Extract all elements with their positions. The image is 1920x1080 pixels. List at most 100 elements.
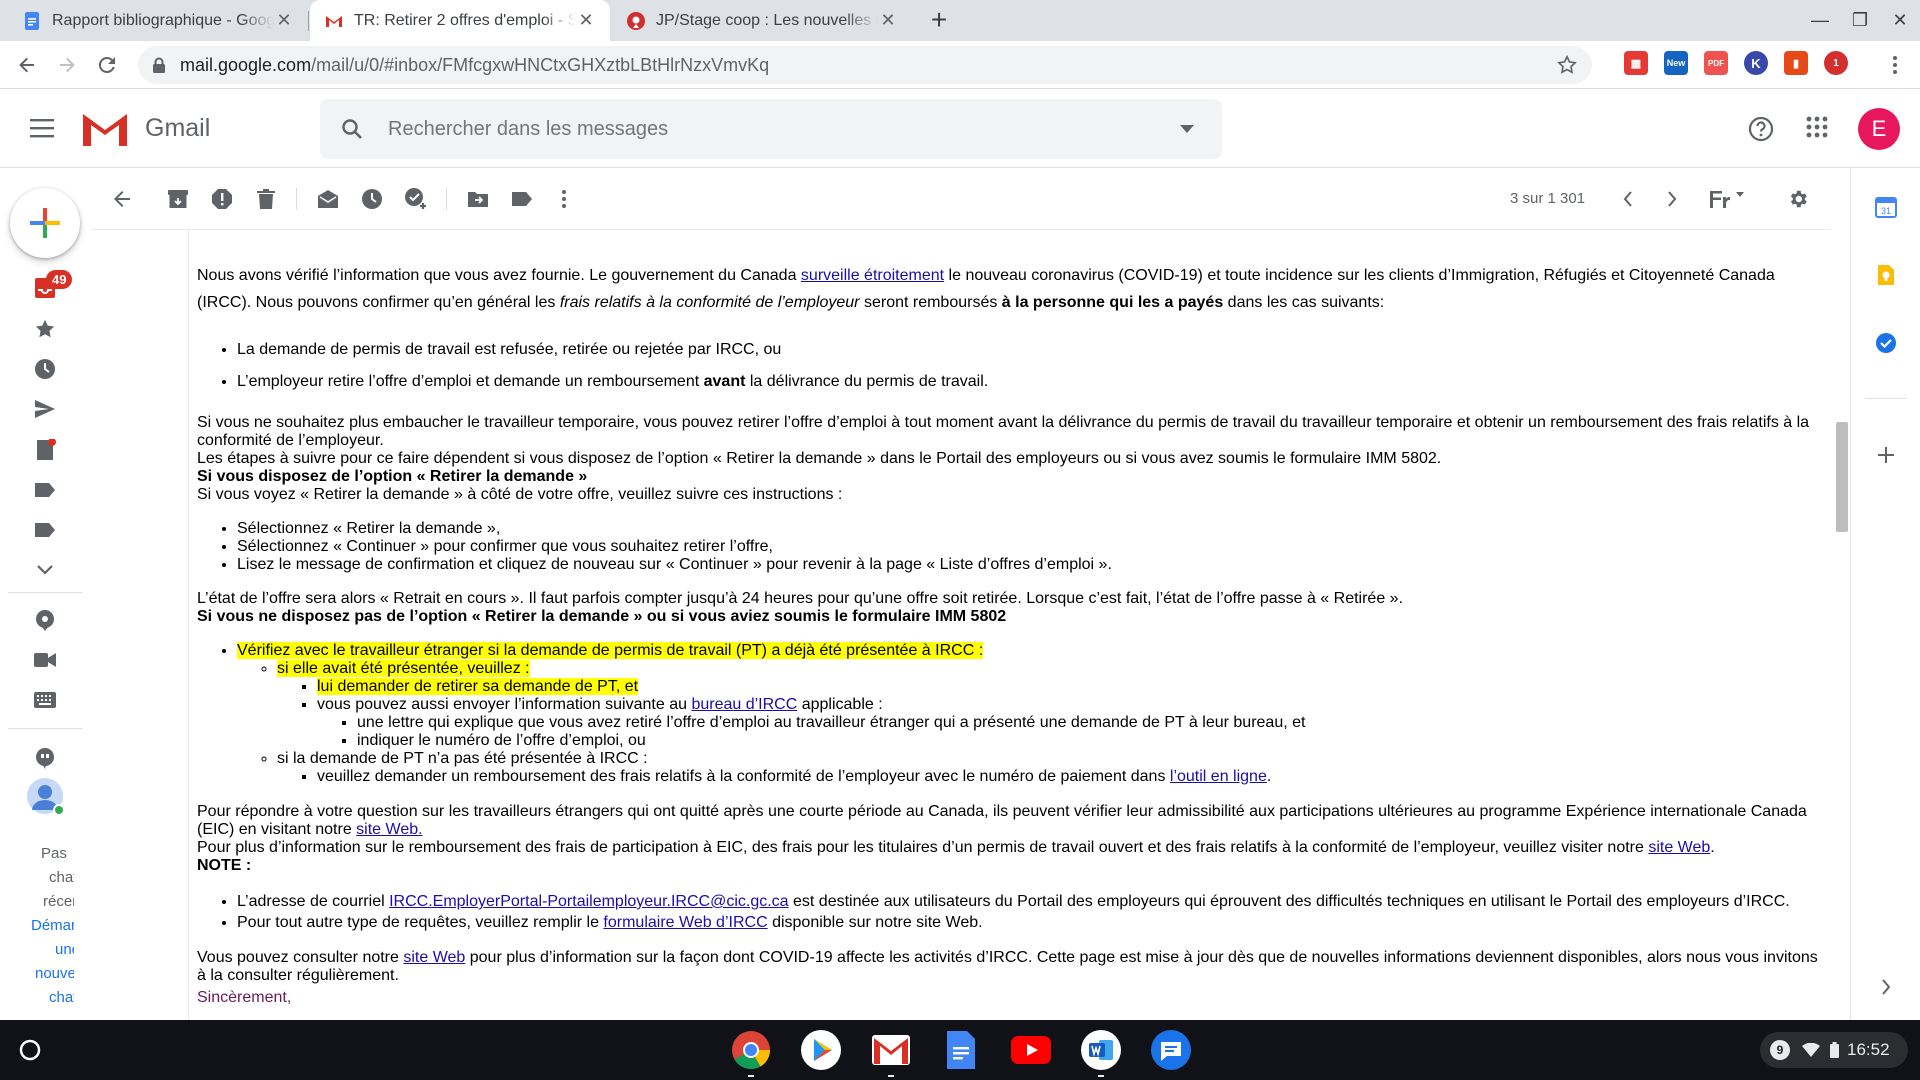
add-to-tasks-icon[interactable] — [404, 187, 428, 211]
search-bar[interactable] — [320, 99, 1222, 159]
avatar[interactable] — [27, 778, 65, 816]
settings-gear-icon[interactable] — [1786, 187, 1810, 211]
archive-icon[interactable] — [166, 187, 190, 211]
input-tools-icon[interactable] — [1708, 187, 1748, 211]
star-icon[interactable] — [33, 317, 57, 341]
surveille-link[interactable]: surveille étroitement — [801, 267, 944, 284]
snoozed-clock-icon[interactable] — [33, 357, 57, 381]
meet-chat-icon[interactable] — [33, 608, 57, 632]
list-item: Lisez le message de confirmation et cliq… — [237, 556, 1826, 574]
message-scrollbar[interactable] — [1834, 230, 1848, 1020]
expand-panel-icon[interactable] — [1873, 974, 1899, 1000]
heading-option-available: Si vous disposez de l’option « Retirer l… — [197, 468, 588, 485]
close-icon[interactable]: ✕ — [878, 10, 898, 31]
new-extension-icon[interactable]: New — [1664, 51, 1688, 75]
help-icon[interactable] — [1748, 116, 1774, 142]
next-message-icon[interactable] — [1660, 187, 1684, 211]
pdf-extension-icon[interactable]: PDF — [1704, 51, 1728, 75]
label-icon[interactable] — [33, 478, 57, 502]
keyboard-icon[interactable] — [33, 688, 57, 712]
chevron-down-icon[interactable] — [33, 558, 57, 582]
employer-portal-email-link[interactable]: IRCC.EmployerPortal-Portailemployeur.IRC… — [389, 893, 788, 910]
start-chat-link[interactable]: chat — [28, 986, 74, 1010]
gmail-app-icon[interactable] — [869, 1028, 913, 1077]
video-camera-icon[interactable] — [33, 648, 57, 672]
left-rail: 49 Pas chat récent Démarrer une nou — [0, 168, 90, 1020]
chrome-menu-icon[interactable] — [1880, 50, 1910, 80]
sent-icon[interactable] — [33, 397, 57, 421]
office-extension-icon[interactable]: ▦ — [1624, 51, 1648, 75]
minimize-icon[interactable]: — — [1808, 8, 1832, 32]
address-bar[interactable]: mail.google.com/mail/u/0/#inbox/FMfcgxwH… — [138, 46, 1592, 84]
bureau-ircc-link[interactable]: bureau d’IRCC — [691, 696, 797, 713]
previous-message-icon[interactable] — [1616, 187, 1640, 211]
scrollbar-thumb[interactable] — [1836, 422, 1848, 532]
divider — [1865, 398, 1907, 399]
word-app-icon[interactable] — [1079, 1028, 1123, 1077]
restore-icon[interactable]: ❐ — [1848, 8, 1872, 32]
office-lens-extension-icon[interactable]: ▮ — [1784, 51, 1808, 75]
site-web-link[interactable]: site Web — [403, 949, 465, 966]
outil-en-ligne-link[interactable]: l’outil en ligne — [1170, 768, 1267, 785]
tasks-icon[interactable] — [1873, 330, 1899, 356]
start-chat-link[interactable]: Démarrer — [28, 914, 74, 938]
closing-line: Sincèrement, — [197, 989, 292, 1006]
close-window-icon[interactable]: ✕ — [1888, 8, 1912, 32]
back-icon[interactable] — [12, 50, 42, 80]
ircc-web-form-link[interactable]: formulaire Web d’IRCC — [603, 914, 767, 931]
keep-icon[interactable] — [1873, 262, 1899, 288]
add-addon-icon[interactable] — [1873, 442, 1899, 468]
close-icon[interactable]: ✕ — [274, 10, 294, 31]
label-icon[interactable] — [33, 518, 57, 542]
list-item: Pour tout autre type de requêtes, veuill… — [237, 912, 1826, 933]
new-tab-button[interactable]: + — [924, 5, 954, 35]
messages-app-icon[interactable] — [1149, 1028, 1193, 1072]
account-avatar[interactable]: E — [1858, 108, 1900, 150]
side-panel: 31 — [1850, 168, 1920, 1020]
bookmark-star-icon[interactable] — [1556, 54, 1578, 76]
snooze-icon[interactable] — [360, 187, 384, 211]
search-icon[interactable] — [340, 117, 364, 141]
tab-jp-stage[interactable]: JP/Stage coop : Les nouvelles de la sema… — [612, 0, 912, 41]
compose-button[interactable] — [10, 188, 80, 258]
google-docs-app-icon[interactable] — [939, 1028, 983, 1072]
tab-gmail-message[interactable]: TR: Retirer 2 offres d'emploi - Société … — [310, 0, 610, 41]
battery-icon — [1830, 1042, 1839, 1058]
lock-icon — [153, 57, 165, 73]
refund-conditions-list: La demande de permis de travail est refu… — [197, 334, 1826, 398]
report-spam-icon[interactable] — [210, 187, 234, 211]
launcher-icon[interactable] — [14, 1034, 46, 1066]
main-menu-icon[interactable] — [30, 117, 56, 139]
hint-line: chat — [49, 869, 74, 886]
search-input[interactable] — [388, 117, 1180, 141]
close-icon[interactable]: ✕ — [576, 10, 596, 31]
site-web-link[interactable]: site Web — [1648, 839, 1710, 856]
status-tray[interactable]: 9 16:52 — [1760, 1032, 1908, 1068]
tab-google-docs[interactable]: Rapport bibliographique - Google Docs ✕ — [8, 0, 308, 41]
play-store-icon[interactable] — [799, 1028, 843, 1072]
gmail-logo-icon[interactable] — [80, 110, 130, 148]
calendar-icon[interactable]: 31 — [1873, 194, 1899, 220]
delete-icon[interactable] — [254, 187, 278, 211]
labels-icon[interactable] — [510, 187, 534, 211]
paragraph-covid-info: Vous pouvez consulter notre site Web pou… — [197, 949, 1818, 984]
reload-icon[interactable] — [92, 50, 122, 80]
drafts-icon[interactable] — [33, 438, 57, 462]
apps-grid-icon[interactable] — [1806, 116, 1828, 138]
back-to-inbox-icon[interactable] — [110, 187, 134, 211]
start-chat-link[interactable]: une — [28, 938, 74, 962]
more-vertical-icon[interactable] — [552, 187, 576, 211]
alert-extension-icon[interactable]: 1 — [1824, 51, 1848, 75]
hangouts-icon[interactable] — [33, 746, 57, 770]
chevron-down-icon[interactable] — [1180, 125, 1194, 133]
youtube-app-icon[interactable] — [1009, 1028, 1053, 1072]
mark-unread-icon[interactable] — [316, 187, 340, 211]
list-item: si elle avait été présentée, veuillez : … — [277, 660, 1826, 750]
k-extension-icon[interactable]: K — [1744, 51, 1768, 75]
start-chat-link[interactable]: nouvelle — [28, 962, 74, 986]
tab-title: TR: Retirer 2 offres d'emploi - Société — [354, 11, 576, 29]
forward-icon[interactable] — [52, 50, 82, 80]
move-to-icon[interactable] — [466, 187, 490, 211]
chrome-app-icon[interactable] — [729, 1028, 773, 1077]
site-web-link[interactable]: site Web. — [356, 821, 422, 838]
